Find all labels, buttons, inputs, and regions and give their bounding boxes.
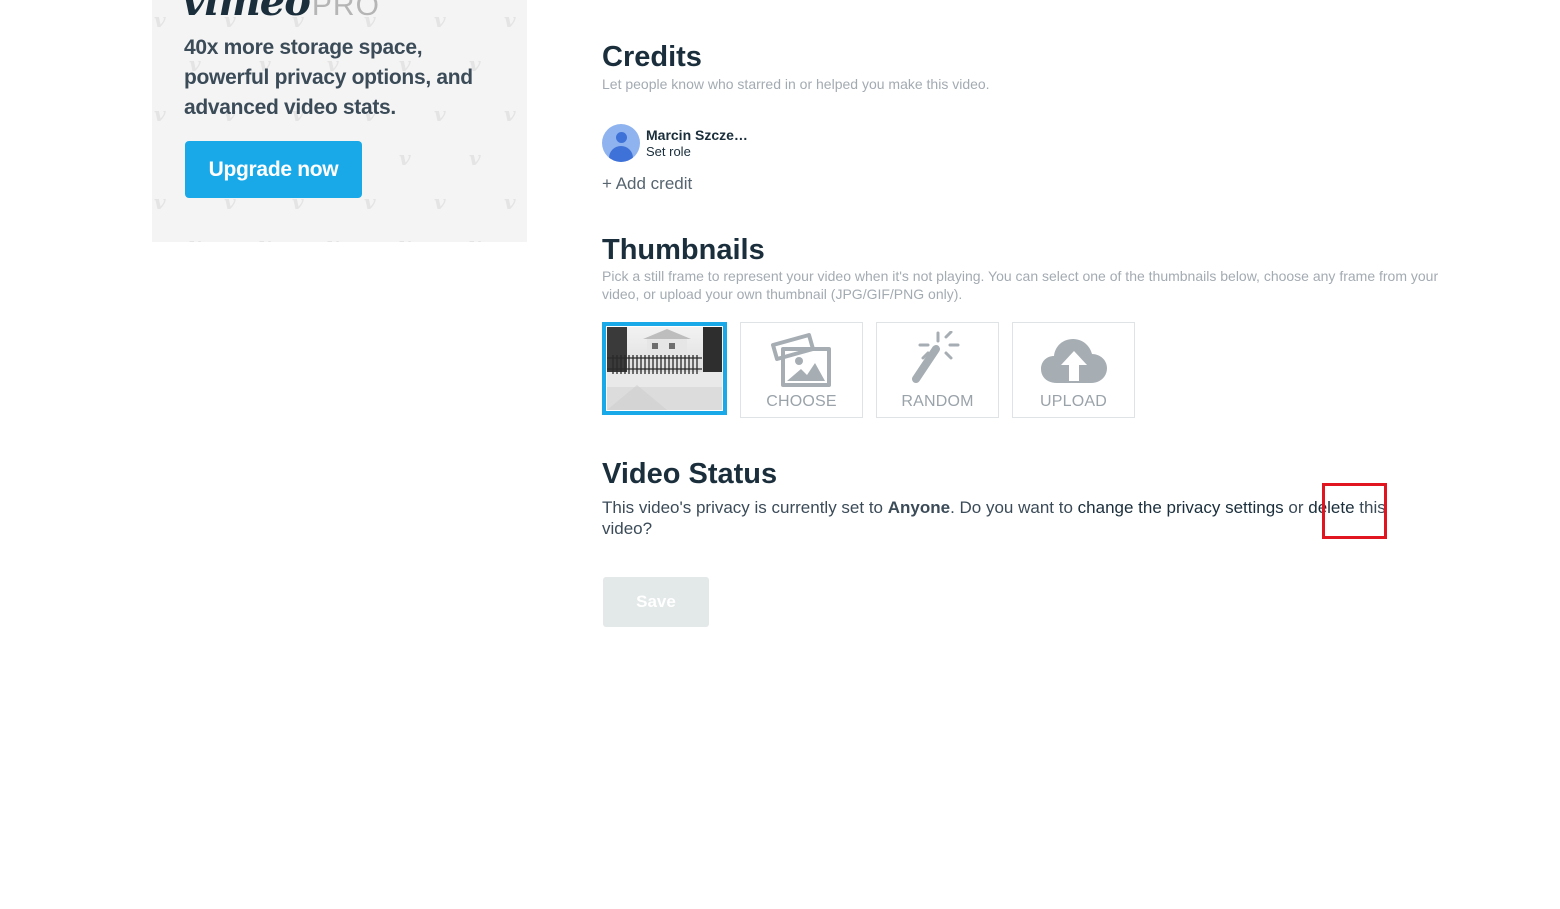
cloud-upload-icon xyxy=(1040,337,1107,390)
upload-label: UPLOAD xyxy=(1040,393,1107,410)
credits-title: Credits xyxy=(602,41,702,73)
video-status-text: This video's privacy is currently set to… xyxy=(602,497,1432,539)
pattern-glyph: v xyxy=(399,232,411,242)
thumbnails-description: Pick a still frame to represent your vid… xyxy=(602,268,1439,302)
set-role-link[interactable]: Set role xyxy=(646,144,748,159)
thumbnails-title: Thumbnails xyxy=(602,234,765,266)
pattern-glyph: v xyxy=(434,190,446,214)
credit-name: Marcin Szcze… xyxy=(646,127,748,143)
thumbnail-random-option[interactable]: RANDOM xyxy=(876,322,999,418)
pattern-glyph: v xyxy=(154,8,166,32)
pattern-glyph: v xyxy=(364,190,376,214)
snowy-fence-photo xyxy=(607,327,722,410)
pattern-glyph: v xyxy=(154,190,166,214)
logo-text: vimeo xyxy=(182,0,311,25)
pattern-glyph: v xyxy=(469,232,481,242)
page: vvvvvvvvvvvvvvvvvvvvvvvvvvvvvvvvvvvv vim… xyxy=(0,0,1560,909)
magic-wand-icon xyxy=(908,330,968,392)
random-label: RANDOM xyxy=(901,393,974,410)
logo-suffix: PRO xyxy=(311,0,380,22)
status-text-or: or xyxy=(1283,498,1309,517)
images-icon xyxy=(769,331,835,394)
pattern-glyph: v xyxy=(504,190,516,214)
credit-info: Marcin Szcze… Set role xyxy=(646,127,748,159)
add-credit-link[interactable]: + Add credit xyxy=(602,174,692,194)
pattern-glyph: v xyxy=(154,102,166,126)
credits-description: Let people know who starred in or helped… xyxy=(602,76,990,92)
thumbnail-choose-option[interactable]: CHOOSE xyxy=(740,322,863,418)
pattern-glyph: v xyxy=(504,8,516,32)
upgrade-promo: vvvvvvvvvvvvvvvvvvvvvvvvvvvvvvvvvvvv vim… xyxy=(152,0,527,242)
pattern-glyph: v xyxy=(469,146,481,170)
pattern-glyph: v xyxy=(259,232,271,242)
thumbnail-upload-option[interactable]: UPLOAD xyxy=(1012,322,1135,418)
vimeo-pro-logo: vimeoPRO xyxy=(182,0,380,25)
choose-label: CHOOSE xyxy=(766,393,837,410)
credit-item: Marcin Szcze… Set role xyxy=(602,124,748,162)
save-button[interactable]: Save xyxy=(603,577,709,627)
pattern-glyph: v xyxy=(189,232,201,242)
status-text-middle: . Do you want to xyxy=(950,498,1078,517)
pattern-glyph: v xyxy=(327,232,339,242)
privacy-value: Anyone xyxy=(887,498,951,517)
thumbnail-options: CHOOSE RANDOM UPLOAD xyxy=(602,322,1148,418)
pattern-glyph: v xyxy=(434,8,446,32)
status-text-before: This video's privacy is currently set to xyxy=(602,498,888,517)
promo-headline: 40x more storage space, powerful privacy… xyxy=(184,36,473,119)
change-privacy-link[interactable]: change the privacy settings xyxy=(1078,498,1284,517)
thumbnail-frame-selected[interactable] xyxy=(602,322,727,415)
pattern-glyph: v xyxy=(399,146,411,170)
user-avatar-icon xyxy=(602,124,640,162)
video-status-title: Video Status xyxy=(602,458,778,490)
delete-video-link[interactable]: delete xyxy=(1308,498,1354,517)
thumbnail-image xyxy=(607,327,722,410)
upgrade-now-button[interactable]: Upgrade now xyxy=(185,141,362,198)
pattern-glyph: v xyxy=(504,102,516,126)
